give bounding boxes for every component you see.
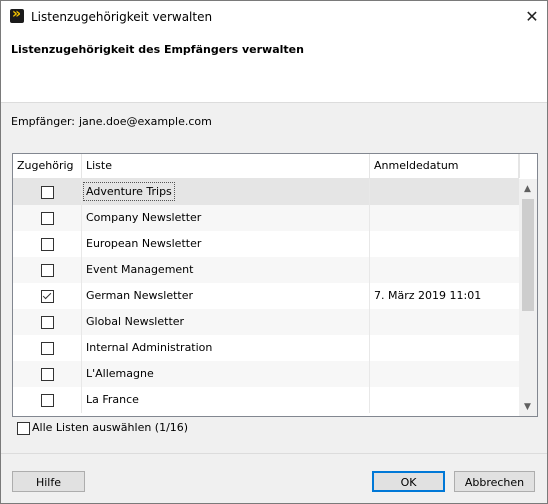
help-button[interactable]: Hilfe	[12, 471, 85, 492]
footer-divider	[1, 453, 547, 454]
table-row[interactable]: Event Management	[13, 257, 519, 283]
signup-date	[370, 309, 519, 335]
column-header-member[interactable]: Zugehörig	[13, 154, 82, 178]
member-checkbox[interactable]	[41, 264, 54, 277]
select-all-checkbox[interactable]	[17, 422, 30, 435]
table-row[interactable]: Global Newsletter	[13, 309, 519, 335]
column-header-list[interactable]: Liste	[82, 154, 370, 178]
list-membership-table: Zugehörig Liste Anmeldedatum Adventure T…	[12, 153, 538, 417]
signup-date	[370, 179, 519, 205]
recipient-email: jane.doe@example.com	[79, 115, 212, 128]
signup-date	[370, 335, 519, 361]
member-checkbox[interactable]	[41, 368, 54, 381]
signup-date	[370, 387, 519, 413]
member-checkbox[interactable]	[41, 238, 54, 251]
table-header: Zugehörig Liste Anmeldedatum	[13, 154, 519, 179]
list-name: Internal Administration	[86, 341, 213, 354]
signup-date	[370, 231, 519, 257]
table-row[interactable]: Adventure Trips	[13, 179, 519, 205]
ok-button[interactable]: OK	[372, 471, 445, 492]
member-checkbox[interactable]	[41, 186, 54, 199]
list-name: Adventure Trips	[83, 182, 175, 201]
page-title: Listenzugehörigkeit des Empfängers verwa…	[11, 43, 304, 56]
list-name: Company Newsletter	[86, 211, 202, 224]
scroll-up-icon[interactable]: ▲	[524, 184, 531, 194]
member-checkbox[interactable]	[41, 342, 54, 355]
member-checkbox[interactable]	[41, 316, 54, 329]
table-body: Adventure Trips Company Newsletter Europ…	[13, 179, 519, 413]
title-bar: Listenzugehörigkeit verwalten ✕	[1, 1, 547, 32]
list-name: Global Newsletter	[86, 315, 185, 328]
member-checkbox-checked[interactable]	[41, 290, 54, 303]
signup-date	[370, 361, 519, 387]
member-checkbox[interactable]	[41, 212, 54, 225]
recipient-label: Empfänger:	[11, 115, 76, 128]
table-row[interactable]: Company Newsletter	[13, 205, 519, 231]
scroll-down-icon[interactable]: ▼	[524, 402, 531, 412]
table-row[interactable]: Internal Administration	[13, 335, 519, 361]
table-row[interactable]: La France	[13, 387, 519, 413]
list-name: L'Allemagne	[86, 367, 154, 380]
window-title: Listenzugehörigkeit verwalten	[31, 10, 213, 24]
dialog-header: Listenzugehörigkeit des Empfängers verwa…	[1, 32, 547, 103]
signup-date	[370, 257, 519, 283]
header-corner	[519, 154, 537, 178]
close-button[interactable]: ✕	[517, 1, 547, 32]
table-row[interactable]: European Newsletter	[13, 231, 519, 257]
dialog-window: Listenzugehörigkeit verwalten ✕ Listenzu…	[0, 0, 548, 504]
cancel-button[interactable]: Abbrechen	[454, 471, 535, 492]
column-header-date[interactable]: Anmeldedatum	[370, 154, 519, 178]
app-logo-icon	[10, 6, 24, 23]
signup-date	[370, 205, 519, 231]
table-row[interactable]: German Newsletter 7. März 2019 11:01	[13, 283, 519, 309]
list-name: European Newsletter	[86, 237, 202, 250]
select-all-label[interactable]: Alle Listen auswählen (1/16)	[32, 421, 188, 434]
list-name: German Newsletter	[86, 289, 194, 302]
table-row[interactable]: L'Allemagne	[13, 361, 519, 387]
list-name: La France	[86, 393, 139, 406]
scrollbar-thumb[interactable]	[522, 199, 534, 311]
close-icon: ✕	[525, 7, 539, 26]
member-checkbox[interactable]	[41, 394, 54, 407]
signup-date: 7. März 2019 11:01	[374, 289, 482, 302]
list-name: Event Management	[86, 263, 194, 276]
vertical-scrollbar[interactable]: ▲ ▼	[519, 179, 537, 416]
